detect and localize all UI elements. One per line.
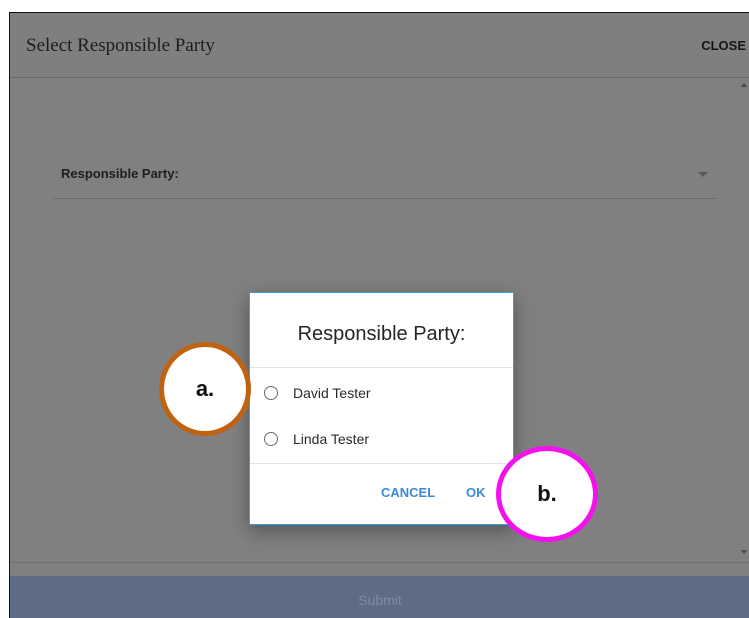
responsible-party-select-label: Responsible Party: (61, 166, 179, 181)
ok-button[interactable]: OK (466, 485, 486, 500)
callout-label: a. (195, 376, 215, 401)
dialog-title: Responsible Party: (297, 323, 466, 345)
option-label: David Tester (293, 385, 371, 401)
footer-divider (10, 562, 749, 563)
divider (250, 463, 513, 464)
submit-button[interactable]: Submit (10, 576, 749, 618)
modal-header: Select Responsible Party CLOSE (10, 13, 749, 78)
callout-marker-a: a. (159, 342, 251, 436)
modal-title: Select Responsible Party (26, 35, 215, 56)
callout-label: b. (537, 481, 557, 506)
radio-unchecked-icon[interactable] (264, 432, 278, 446)
radio-option-linda-tester[interactable]: Linda Tester (264, 427, 369, 451)
select-underline[interactable] (54, 198, 716, 199)
scrollbar[interactable] (740, 77, 749, 563)
cancel-button[interactable]: CANCEL (381, 485, 435, 500)
responsible-party-dialog: Responsible Party: David Tester Linda Te… (249, 292, 514, 525)
radio-unchecked-icon[interactable] (264, 386, 278, 400)
divider (250, 367, 513, 368)
close-button[interactable]: CLOSE (701, 38, 746, 53)
chevron-down-icon[interactable] (698, 172, 708, 177)
radio-option-david-tester[interactable]: David Tester (264, 381, 371, 405)
scroll-down-icon[interactable] (741, 550, 747, 554)
callout-marker-b: b. (496, 446, 598, 542)
scroll-up-icon[interactable] (741, 83, 747, 87)
option-label: Linda Tester (293, 431, 370, 447)
